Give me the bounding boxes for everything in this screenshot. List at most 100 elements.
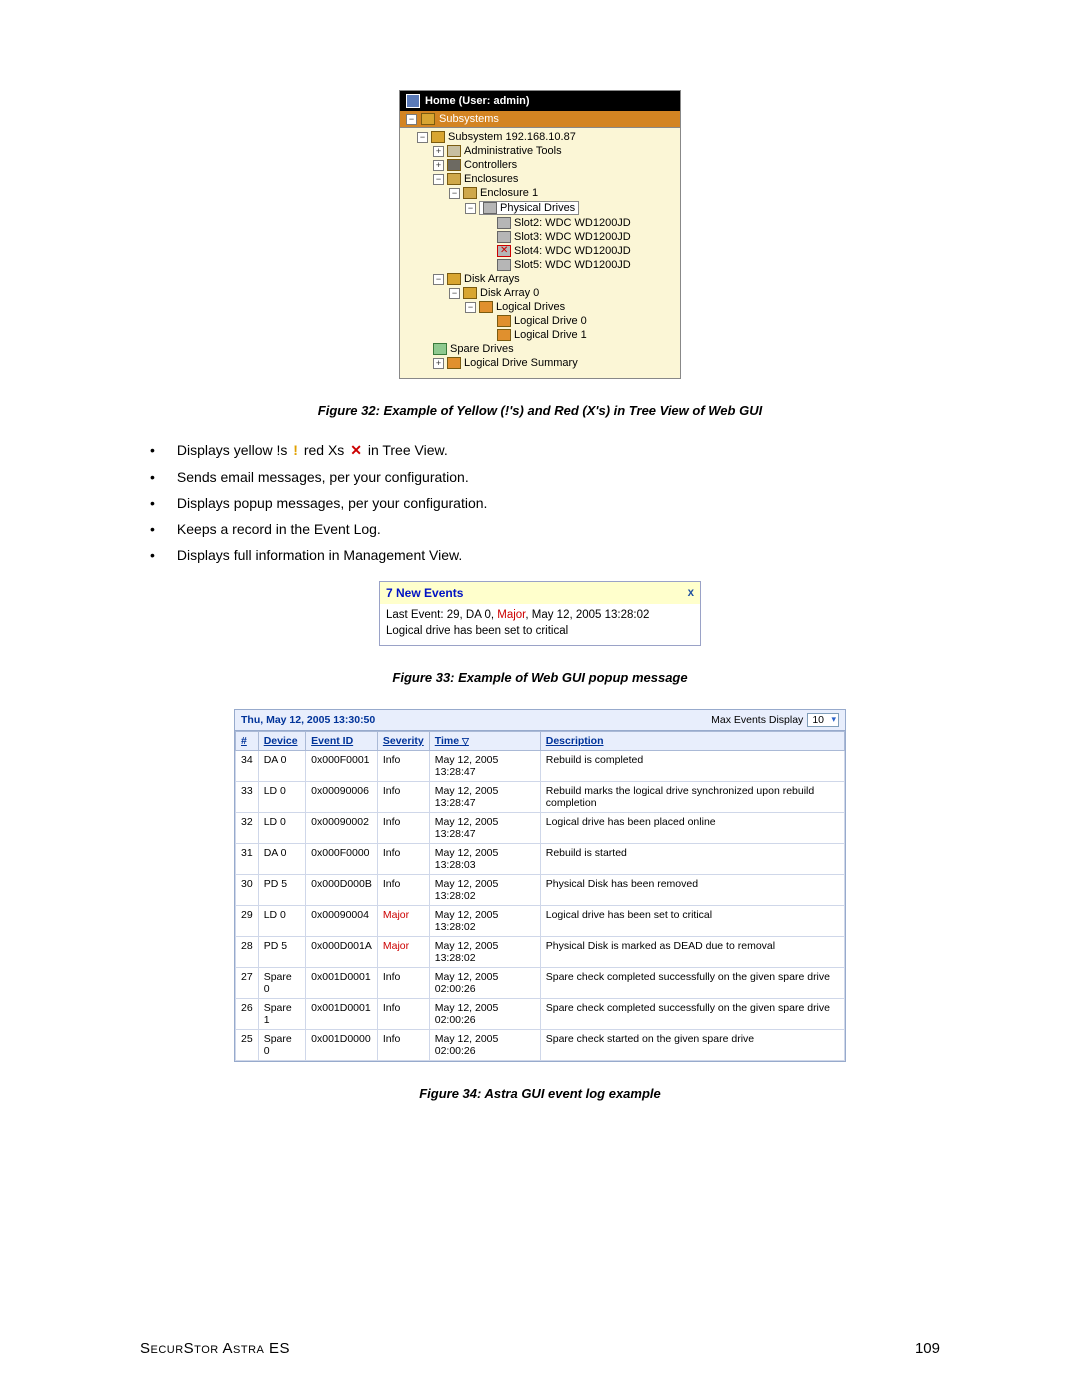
tree-label: Logical Drive Summary <box>464 357 578 369</box>
cell-severity: Info <box>377 751 429 782</box>
cell-eventid: 0x000F0001 <box>306 751 378 782</box>
collapse-icon[interactable]: − <box>449 288 460 299</box>
cell-eventid: 0x000D001A <box>306 937 378 968</box>
table-row: 30PD 50x000D000BInfoMay 12, 2005 13:28:0… <box>236 875 845 906</box>
cell-device: DA 0 <box>258 844 305 875</box>
tree-node-slot[interactable]: Slot3: WDC WD1200JD <box>404 230 676 244</box>
cell-severity: Info <box>377 999 429 1030</box>
drive-error-icon <box>497 245 511 257</box>
tree-label: Spare Drives <box>450 343 514 355</box>
tree-node-disk-array0[interactable]: − Disk Array 0 <box>404 286 676 300</box>
feature-list: Displays yellow !s ! red Xs ✕ in Tree Vi… <box>150 442 940 563</box>
tree-node-ld0[interactable]: Logical Drive 0 <box>404 314 676 328</box>
tree-label: Enclosures <box>464 173 518 185</box>
tree-node-enclosures[interactable]: − Enclosures <box>404 172 676 186</box>
cell-time: May 12, 2005 13:28:47 <box>429 751 540 782</box>
tree-node-physical-drives[interactable]: − Physical Drives <box>404 200 676 216</box>
cell-eventid: 0x00090004 <box>306 906 378 937</box>
cell-desc: Rebuild is completed <box>540 751 844 782</box>
tree-node-disk-arrays[interactable]: − Disk Arrays <box>404 272 676 286</box>
collapse-icon[interactable]: − <box>465 203 476 214</box>
collapse-icon[interactable]: − <box>433 274 444 285</box>
list-item: Displays popup messages, per your config… <box>150 495 940 511</box>
cell-severity: Info <box>377 844 429 875</box>
figure-34-caption: Figure 34: Astra GUI event log example <box>140 1086 940 1101</box>
cell-eventid: 0x000F0000 <box>306 844 378 875</box>
cell-time: May 12, 2005 13:28:02 <box>429 875 540 906</box>
cell-severity: Major <box>377 937 429 968</box>
tree-node-ld1[interactable]: Logical Drive 1 <box>404 328 676 342</box>
event-log-table: # Device Event ID Severity Time ▽ Descri… <box>235 731 845 1061</box>
cell-desc: Spare check completed successfully on th… <box>540 968 844 999</box>
page-number: 109 <box>915 1340 940 1357</box>
ld-summary-icon <box>447 357 461 369</box>
cell-severity: Info <box>377 1030 429 1061</box>
cell-desc: Rebuild is started <box>540 844 844 875</box>
max-events-select[interactable]: 10 <box>807 713 839 727</box>
cell-num: 34 <box>236 751 259 782</box>
event-popup: 7 New Events x Last Event: 29, DA 0, Maj… <box>379 581 701 646</box>
cell-severity: Major <box>377 906 429 937</box>
list-item: Displays yellow !s ! red Xs ✕ in Tree Vi… <box>150 442 940 459</box>
col-num[interactable]: # <box>236 732 259 751</box>
tree-label: Slot5: WDC WD1200JD <box>514 259 631 271</box>
tree-node-slot[interactable]: Slot5: WDC WD1200JD <box>404 258 676 272</box>
subsystem-icon <box>431 131 445 143</box>
tree-label: Subsystem 192.168.10.87 <box>448 131 576 143</box>
cell-severity: Info <box>377 782 429 813</box>
table-row: 26Spare 10x001D0001InfoMay 12, 2005 02:0… <box>236 999 845 1030</box>
popup-close-button[interactable]: x <box>688 587 694 599</box>
table-row: 33LD 00x00090006InfoMay 12, 2005 13:28:4… <box>236 782 845 813</box>
collapse-icon[interactable]: − <box>406 114 417 125</box>
cell-device: Spare 0 <box>258 968 305 999</box>
tree-subsystems-row[interactable]: − Subsystems <box>400 111 680 128</box>
collapse-icon[interactable]: − <box>449 188 460 199</box>
subsystems-label: Subsystems <box>439 113 499 125</box>
tree-node-slot[interactable]: Slot2: WDC WD1200JD <box>404 216 676 230</box>
col-time[interactable]: Time ▽ <box>429 732 540 751</box>
yellow-bang-icon: ! <box>291 442 300 458</box>
expand-icon[interactable]: + <box>433 160 444 171</box>
col-device[interactable]: Device <box>258 732 305 751</box>
cell-num: 30 <box>236 875 259 906</box>
tree-node-subsystem[interactable]: − Subsystem 192.168.10.87 <box>404 130 676 144</box>
tree-node-ld-summary[interactable]: + Logical Drive Summary <box>404 356 676 370</box>
tree-label: Enclosure 1 <box>480 187 538 199</box>
tree-node-spare-drives[interactable]: Spare Drives <box>404 342 676 356</box>
table-row: 31DA 00x000F0000InfoMay 12, 2005 13:28:0… <box>236 844 845 875</box>
tools-icon <box>447 145 461 157</box>
tree-view-panel: Home (User: admin) − Subsystems − Subsys… <box>399 90 681 379</box>
tree-label: Controllers <box>464 159 517 171</box>
tree-label: Physical Drives <box>500 202 575 214</box>
cell-desc: Physical Disk is marked as DEAD due to r… <box>540 937 844 968</box>
tree-label: Slot4: WDC WD1200JD <box>514 245 631 257</box>
tree-node-enclosure1[interactable]: − Enclosure 1 <box>404 186 676 200</box>
cell-desc: Spare check started on the given spare d… <box>540 1030 844 1061</box>
col-description[interactable]: Description <box>540 732 844 751</box>
col-severity[interactable]: Severity <box>377 732 429 751</box>
cell-device: LD 0 <box>258 782 305 813</box>
cell-num: 28 <box>236 937 259 968</box>
cell-eventid: 0x001D0001 <box>306 999 378 1030</box>
cell-severity: Info <box>377 968 429 999</box>
tree-node-slot-error[interactable]: Slot4: WDC WD1200JD <box>404 244 676 258</box>
figure-32-caption: Figure 32: Example of Yellow (!'s) and R… <box>140 403 940 418</box>
tree-node-controllers[interactable]: + Controllers <box>404 158 676 172</box>
col-eventid[interactable]: Event ID <box>306 732 378 751</box>
enclosures-icon <box>447 173 461 185</box>
collapse-icon[interactable]: − <box>433 174 444 185</box>
drive-icon <box>497 231 511 243</box>
tree-node-logical-drives[interactable]: − Logical Drives <box>404 300 676 314</box>
cell-device: DA 0 <box>258 751 305 782</box>
cell-desc: Spare check completed successfully on th… <box>540 999 844 1030</box>
expand-icon[interactable]: + <box>433 146 444 157</box>
disk-array-icon <box>463 287 477 299</box>
tree-node-admintools[interactable]: + Administrative Tools <box>404 144 676 158</box>
physical-drives-icon <box>483 202 497 214</box>
sort-desc-icon: ▽ <box>462 736 469 746</box>
collapse-icon[interactable]: − <box>465 302 476 313</box>
tree-label: Administrative Tools <box>464 145 562 157</box>
expand-icon[interactable]: + <box>433 358 444 369</box>
collapse-icon[interactable]: − <box>417 132 428 143</box>
cell-desc: Physical Disk has been removed <box>540 875 844 906</box>
